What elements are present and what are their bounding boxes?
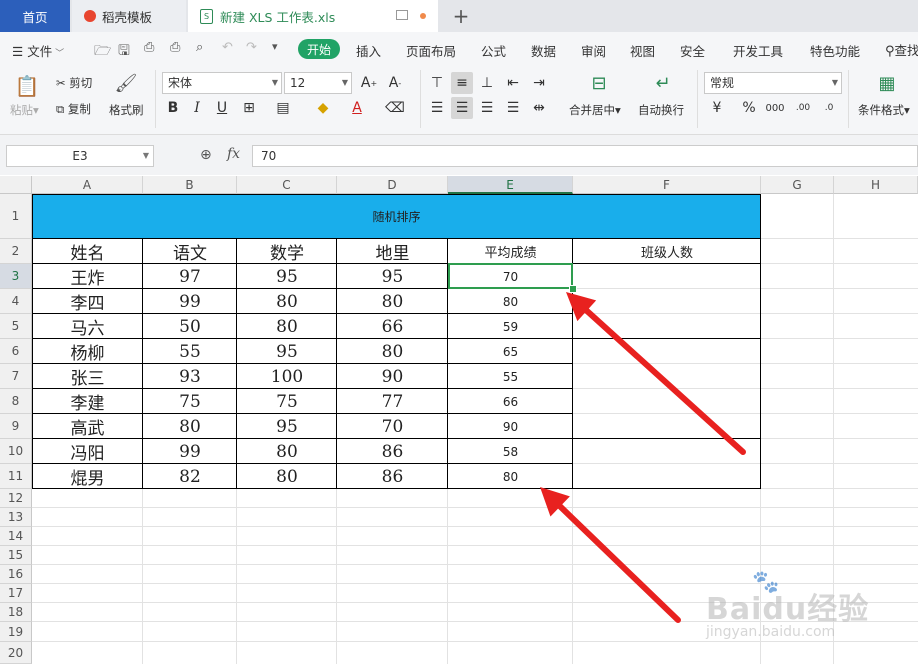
watermark-brand: Baidu经验 xyxy=(706,592,870,627)
arrow-shaft xyxy=(583,307,746,455)
annotation-arrows xyxy=(540,292,746,623)
baidu-watermark: 🐾 Baidu经验 jingyan.baidu.com xyxy=(700,570,910,650)
arrow-shaft xyxy=(557,503,681,623)
watermark-url: jingyan.baidu.com xyxy=(706,624,836,640)
